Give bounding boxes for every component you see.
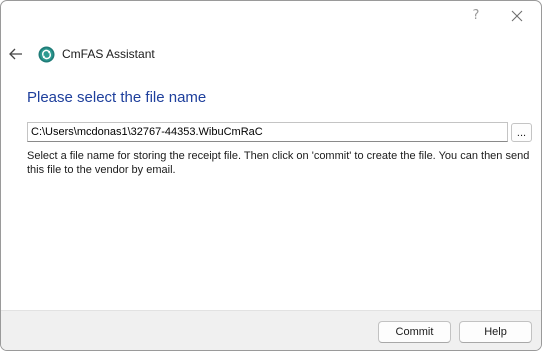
assistant-window: ? CmFAS Assistant Please select the file… [0,0,542,351]
button-footer: Commit Help [1,310,541,350]
close-icon [511,10,523,22]
file-path-input[interactable] [27,122,508,142]
browse-button[interactable]: ... [511,123,532,142]
app-title: CmFAS Assistant [62,47,155,61]
title-bar: ? [1,1,541,33]
commit-button[interactable]: Commit [378,321,451,343]
cmfas-logo-icon [38,46,55,63]
help-button[interactable]: Help [459,321,532,343]
instruction-text: Select a file name for storing the recei… [27,150,530,176]
help-question-button[interactable]: ? [469,7,483,25]
navigation-header: CmFAS Assistant [1,39,541,71]
back-arrow-icon [9,48,22,60]
back-button[interactable] [7,45,25,63]
close-button[interactable] [505,5,529,27]
page-title: Please select the file name [27,89,207,106]
